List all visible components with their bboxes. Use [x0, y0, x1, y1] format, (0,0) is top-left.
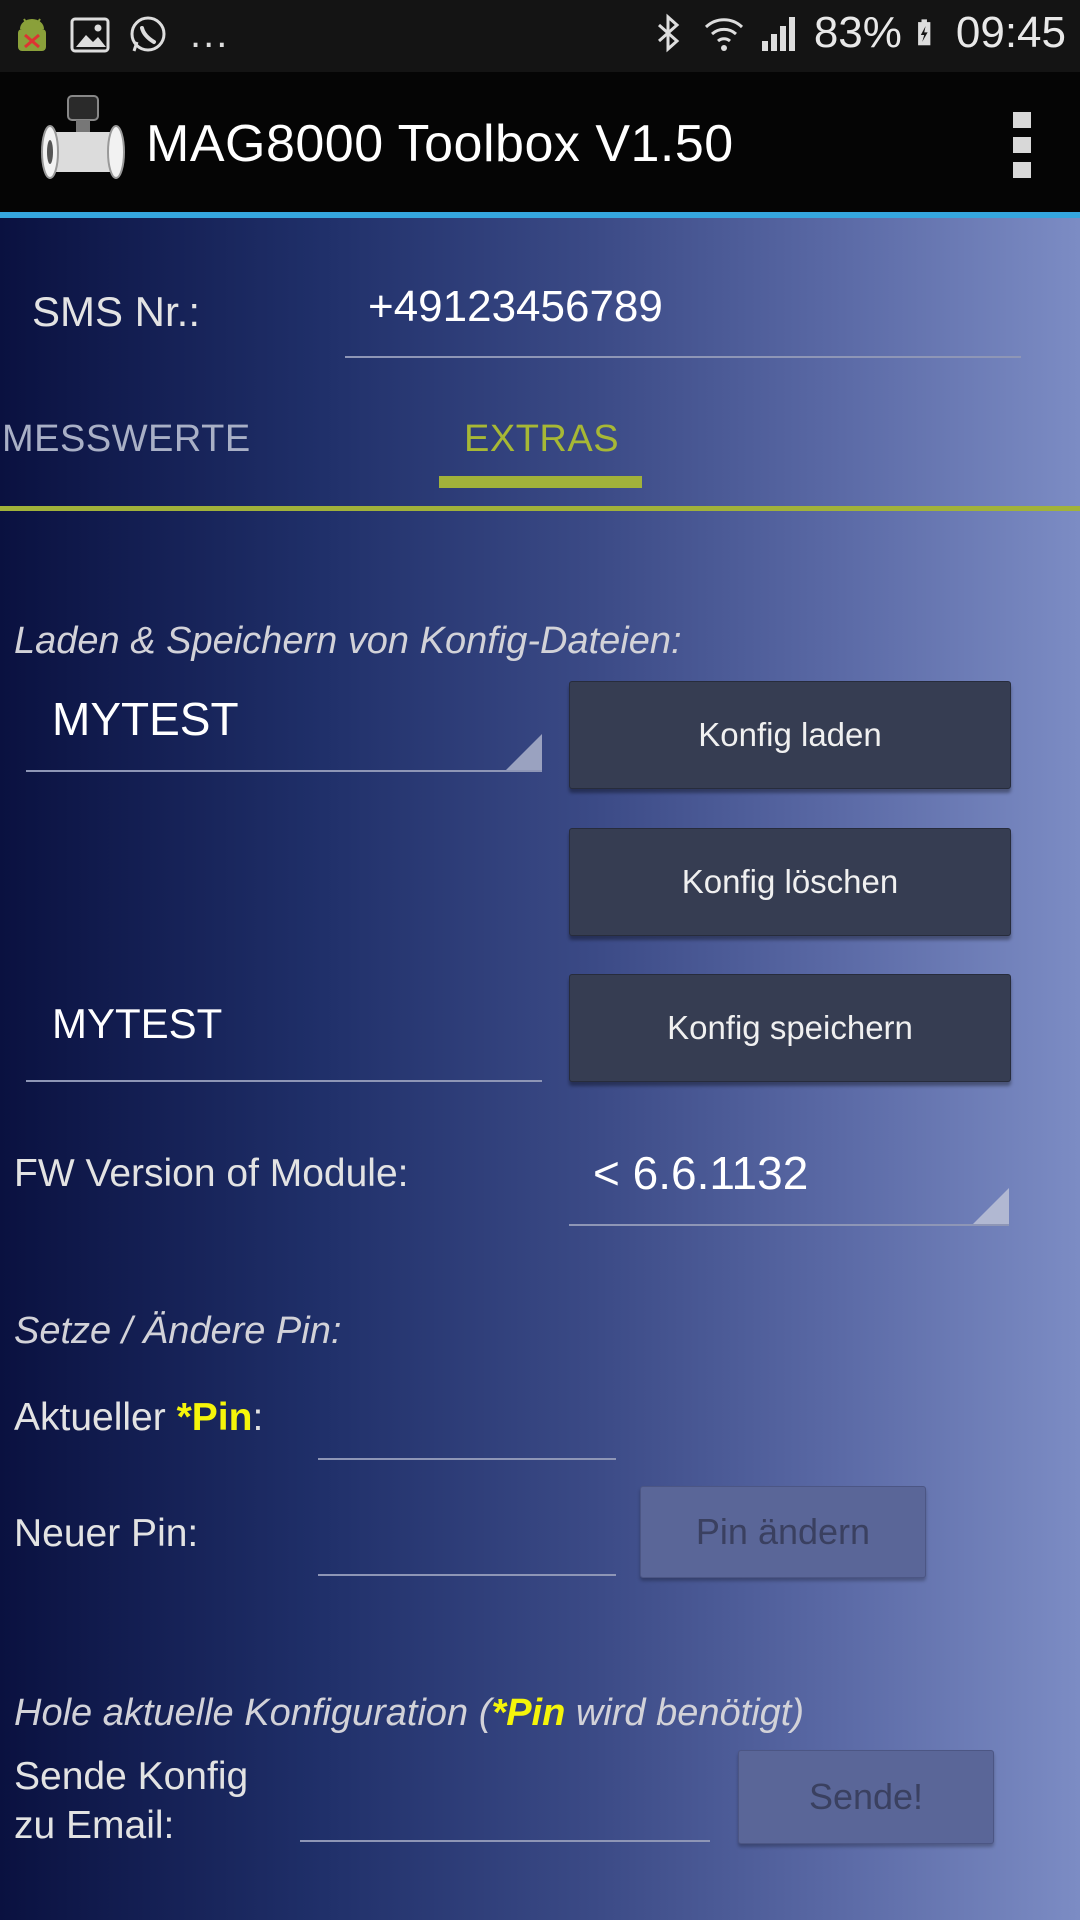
new-pin-input[interactable] — [318, 1574, 616, 1576]
email-section-heading: Hole aktuelle Konfiguration (*Pin wird b… — [14, 1692, 804, 1735]
send-config-label-line1: Sende Konfig — [14, 1755, 249, 1798]
email-input[interactable] — [300, 1840, 710, 1842]
tab-extras[interactable]: EXTRAS — [464, 418, 619, 461]
save-config-button[interactable]: Konfig speichern — [569, 974, 1011, 1082]
tab-messwerte[interactable]: MESSWERTE — [2, 418, 251, 461]
sms-number-underline — [345, 356, 1021, 358]
fw-version-label: FW Version of Module: — [14, 1152, 409, 1195]
config-name-input[interactable]: MYTEST — [26, 988, 542, 1082]
signal-icon — [761, 17, 795, 51]
pin-section-heading: Setze / Ändere Pin: — [14, 1310, 342, 1352]
current-pin-label-pin: *Pin — [176, 1396, 253, 1439]
send-config-label: Sende Konfig zu Email: — [14, 1752, 248, 1850]
image-icon — [70, 17, 110, 52]
tab-selected-indicator — [439, 476, 642, 488]
config-file-spinner[interactable]: MYTEST — [26, 680, 542, 772]
email-heading-pin: *Pin — [491, 1692, 566, 1734]
new-pin-label: Neuer Pin: — [14, 1512, 199, 1555]
delete-config-button[interactable]: Konfig löschen — [569, 828, 1011, 936]
overflow-menu-button[interactable] — [1010, 112, 1034, 178]
android-debug-icon — [18, 17, 46, 51]
config-section-heading: Laden & Speichern von Konfig-Dateien: — [14, 620, 682, 662]
sms-number-input[interactable]: +49123456789 — [368, 282, 663, 332]
clock: 09:45 — [955, 8, 1066, 57]
send-button[interactable]: Sende! — [738, 1750, 994, 1844]
current-pin-label: Aktueller *Pin: — [14, 1396, 263, 1440]
bluetooth-icon — [657, 13, 680, 53]
email-heading-prefix: Hole aktuelle Konfiguration ( — [14, 1692, 492, 1734]
current-pin-input[interactable] — [318, 1458, 616, 1460]
more-notifications-indicator: ... — [190, 12, 230, 56]
overflow-dot-icon — [1013, 112, 1031, 128]
current-pin-label-suffix: : — [252, 1396, 264, 1439]
battery-charging-icon — [917, 19, 931, 46]
extras-content: SMS Nr.: +49123456789 MESSWERTE EXTRAS L… — [0, 218, 1080, 1920]
fw-version-spinner[interactable]: < 6.6.1132 — [569, 1134, 1009, 1226]
whatsapp-icon — [130, 16, 166, 51]
dropdown-arrow-icon — [973, 1188, 1009, 1224]
current-pin-label-prefix: Aktueller — [14, 1396, 177, 1439]
email-heading-suffix: wird benötigt) — [565, 1692, 804, 1734]
app-title: MAG8000 Toolbox V1.50 — [146, 115, 734, 173]
overflow-dot-icon — [1013, 137, 1031, 153]
battery-percent: 83% — [813, 8, 902, 57]
send-config-label-line2: zu Email: — [14, 1804, 175, 1847]
fw-version-selected: < 6.6.1132 — [593, 1147, 809, 1199]
change-pin-button[interactable]: Pin ändern — [640, 1486, 926, 1578]
overflow-dot-icon — [1013, 162, 1031, 178]
config-file-selected: MYTEST — [52, 693, 239, 745]
sms-label: SMS Nr.: — [32, 288, 201, 335]
app-bar: MAG8000 Toolbox V1.50 — [0, 72, 1080, 218]
flowmeter-logo-icon — [41, 95, 125, 179]
config-name-value: MYTEST — [52, 1000, 223, 1047]
tab-divider — [0, 506, 1080, 511]
wifi-icon — [704, 18, 743, 51]
load-config-button[interactable]: Konfig laden — [569, 681, 1011, 789]
status-bar: ... 83% 09:45 — [0, 0, 1080, 72]
dropdown-arrow-icon — [506, 734, 542, 770]
